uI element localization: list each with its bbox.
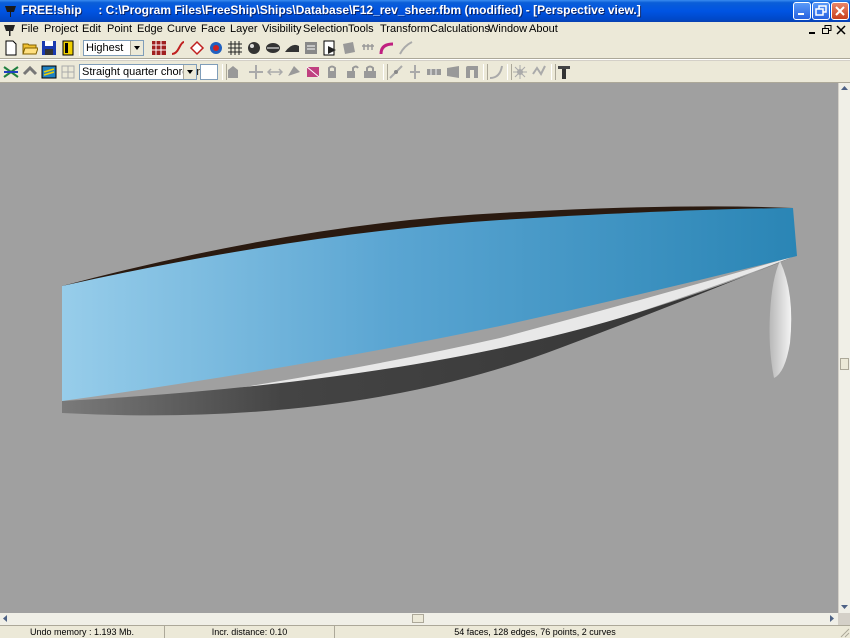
active-layer-icon[interactable]	[41, 64, 57, 80]
insert-edge-icon[interactable]	[426, 64, 442, 80]
keel-fin	[769, 261, 792, 378]
horizontal-scrollbar[interactable]	[0, 613, 838, 625]
chevron-down-icon[interactable]	[183, 65, 196, 79]
layer-grid-icon[interactable]	[60, 64, 76, 80]
diagonals-icon[interactable]	[284, 40, 300, 56]
close-icon	[835, 6, 845, 16]
buttocks-icon[interactable]	[246, 40, 262, 56]
restore-icon	[815, 5, 827, 16]
curvature-icon[interactable]	[189, 40, 205, 56]
deselect-all-icon[interactable]	[556, 64, 572, 80]
close-button[interactable]	[831, 2, 849, 20]
main-toolbar: Highest	[0, 38, 850, 58]
edit-toolbar: Straight quarter chord line	[0, 61, 850, 82]
crease-edge-icon[interactable]	[445, 64, 461, 80]
scroll-right-icon[interactable]	[826, 613, 837, 624]
unlock-all-icon[interactable]	[362, 64, 378, 80]
title-bar: FREE!ship : C:\Program Files\FreeShip\Sh…	[0, 0, 850, 22]
new-curve-icon[interactable]	[488, 64, 504, 80]
menu-file[interactable]: File	[21, 23, 39, 35]
menu-window[interactable]: Window	[488, 23, 527, 35]
resize-grip-icon[interactable]	[838, 626, 850, 638]
layers-icon[interactable]	[22, 64, 38, 80]
scroll-left-icon[interactable]	[0, 613, 11, 624]
markers-icon[interactable]	[360, 40, 376, 56]
extrude-edge-icon[interactable]	[464, 64, 480, 80]
zebra-icon[interactable]	[398, 40, 414, 56]
status-model-stats: 54 faces, 128 edges, 76 points, 2 curves	[454, 627, 616, 637]
toolbar-divider	[0, 58, 850, 60]
vertical-scroll-thumb[interactable]	[840, 358, 849, 370]
menu-edit[interactable]: Edit	[82, 23, 101, 35]
shade-icon[interactable]	[341, 40, 357, 56]
flowlines-icon[interactable]	[322, 40, 338, 56]
insert-plane-icon[interactable]	[305, 64, 321, 80]
scroll-up-icon[interactable]	[839, 83, 850, 94]
lock-point-icon[interactable]	[324, 64, 340, 80]
new-file-icon[interactable]	[3, 40, 19, 56]
new-face-icon[interactable]	[512, 64, 528, 80]
horizontal-scroll-thumb[interactable]	[412, 614, 424, 623]
vertical-scrollbar[interactable]	[838, 83, 850, 613]
menu-tools[interactable]: Tools	[348, 23, 374, 35]
menu-project[interactable]: Project	[44, 23, 78, 35]
save-icon[interactable]	[41, 40, 57, 56]
menu-calculations[interactable]: Calculations	[430, 23, 490, 35]
mdi-restore-icon[interactable]	[822, 25, 832, 35]
collapse-edge-icon[interactable]	[407, 64, 423, 80]
unlock-point-icon[interactable]	[343, 64, 359, 80]
precision-select-value: Highest	[86, 42, 124, 54]
curve-type-select[interactable]: Straight quarter chord line	[79, 64, 209, 80]
stations-icon[interactable]	[208, 40, 224, 56]
status-undo-memory: Undo memory : 1.193 Mb.	[0, 626, 165, 638]
align-points-icon[interactable]	[267, 64, 283, 80]
scroll-down-icon[interactable]	[839, 601, 850, 612]
collapse-point-icon[interactable]	[286, 64, 302, 80]
menu-selection[interactable]: Selection	[303, 23, 348, 35]
mdi-close-icon[interactable]	[836, 25, 846, 35]
hull-model-render[interactable]	[0, 83, 838, 613]
status-bar: Undo memory : 1.193 Mb. Incr. distance: …	[0, 625, 850, 638]
menu-transform[interactable]: Transform	[380, 23, 430, 35]
waterlines-icon[interactable]	[265, 40, 281, 56]
menu-face[interactable]: Face	[201, 23, 225, 35]
perspective-viewport[interactable]	[0, 83, 838, 613]
split-edge-icon[interactable]	[388, 64, 404, 80]
menu-layer[interactable]: Layer	[230, 23, 258, 35]
intersections-icon[interactable]	[3, 64, 19, 80]
status-incr-distance: Incr. distance: 0.10	[165, 626, 335, 638]
color-swatch[interactable]	[200, 64, 218, 80]
control-net-icon[interactable]	[151, 40, 167, 56]
interior-edges-icon[interactable]	[170, 40, 186, 56]
precision-select[interactable]: Highest	[83, 40, 144, 56]
menu-about[interactable]: About	[529, 23, 558, 35]
menu-bar: File Project Edit Point Edge Curve Face …	[0, 22, 850, 38]
minimize-icon	[798, 13, 804, 15]
menu-edge[interactable]: Edge	[137, 23, 163, 35]
menu-curve[interactable]: Curve	[167, 23, 196, 35]
open-folder-icon[interactable]	[22, 40, 38, 56]
document-icon[interactable]	[3, 23, 17, 37]
menu-visibility[interactable]: Visibility	[262, 23, 302, 35]
freeship-app-icon[interactable]	[3, 3, 18, 18]
minimize-button[interactable]	[793, 2, 811, 20]
hydrostatics-icon[interactable]	[303, 40, 319, 56]
chevron-down-icon[interactable]	[130, 41, 143, 55]
mdi-minimize-icon[interactable]	[808, 25, 818, 35]
grid-icon[interactable]	[227, 40, 243, 56]
add-point-icon[interactable]	[225, 64, 241, 80]
restore-button[interactable]	[812, 2, 830, 20]
export-icon[interactable]	[60, 40, 76, 56]
invert-face-icon[interactable]	[531, 64, 547, 80]
move-point-icon[interactable]	[248, 64, 264, 80]
developability-icon[interactable]	[379, 40, 395, 56]
window-title: FREE!ship : C:\Program Files\FreeShip\Sh…	[21, 3, 641, 17]
menu-point[interactable]: Point	[107, 23, 132, 35]
